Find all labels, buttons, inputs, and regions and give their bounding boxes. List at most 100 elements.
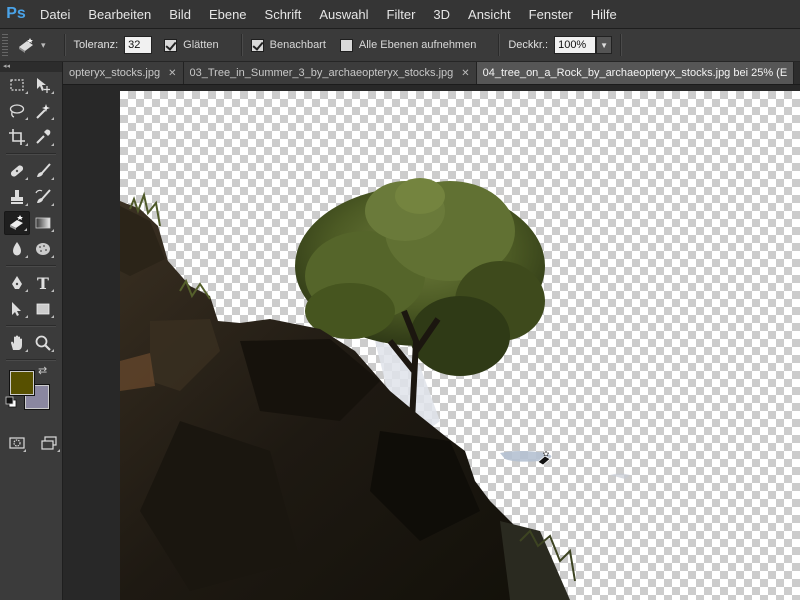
menu-ansicht[interactable]: Ansicht: [468, 7, 511, 22]
document-canvas[interactable]: [120, 91, 800, 600]
sponge-icon: [36, 243, 50, 255]
history-brush-tool[interactable]: [30, 185, 56, 209]
tool-preset-picker[interactable]: ▾: [16, 36, 46, 54]
photoshop-logo[interactable]: Ps: [2, 0, 30, 28]
opacity-dropdown-button[interactable]: ▼: [596, 36, 613, 54]
type-icon: T: [37, 273, 49, 293]
menu-ebene[interactable]: Ebene: [209, 7, 247, 22]
hand-tool[interactable]: [4, 331, 30, 355]
pen-tool[interactable]: [4, 271, 30, 295]
type-tool[interactable]: T: [30, 271, 56, 295]
checkbox-checked-icon: [250, 38, 264, 52]
blur-tool[interactable]: [4, 237, 30, 261]
sample-all-layers-checkbox[interactable]: Alle Ebenen aufnehmen: [339, 38, 477, 52]
menu-schrift[interactable]: Schrift: [265, 7, 302, 22]
magic-wand-tool[interactable]: [30, 99, 56, 123]
magic-eraser-tool[interactable]: [4, 211, 30, 235]
menu-hilfe[interactable]: Hilfe: [591, 7, 617, 22]
swap-colors-icon[interactable]: ⇄: [38, 364, 47, 377]
menu-bar: Ps Datei Bearbeiten Bild Ebene Schrift A…: [0, 0, 800, 29]
checkbox-unchecked-icon: [339, 38, 353, 52]
close-icon[interactable]: ✕: [168, 68, 176, 79]
clone-stamp-tool[interactable]: [4, 185, 30, 209]
tolerance-input[interactable]: 32: [124, 36, 153, 54]
eyedropper-icon: [36, 129, 51, 144]
zoom-tool[interactable]: [30, 331, 56, 355]
document-tab[interactable]: opteryx_stocks.jpg ✕: [63, 62, 184, 84]
antialias-checkbox[interactable]: Glätten: [164, 38, 219, 52]
magic-eraser-icon: [19, 38, 33, 53]
toolbox-separator: [6, 265, 56, 267]
move-icon: [37, 78, 50, 93]
options-separator: [63, 34, 66, 56]
sample-all-layers-label: Alle Ebenen aufnehmen: [358, 39, 477, 51]
options-separator: [498, 34, 501, 56]
checkbox-checked-icon: [164, 38, 178, 52]
toolbox-separator: [6, 359, 56, 361]
sponge-tool[interactable]: [30, 237, 56, 261]
rectangular-marquee-icon: [10, 79, 24, 91]
menu-3d[interactable]: 3D: [433, 7, 450, 22]
options-separator: [620, 34, 623, 56]
healing-brush-tool[interactable]: [4, 159, 30, 183]
canvas-area[interactable]: [63, 85, 800, 600]
rectangular-marquee-tool[interactable]: [4, 73, 30, 97]
tolerance-label: Toleranz:: [73, 39, 119, 51]
close-icon[interactable]: ✕: [461, 68, 469, 79]
options-bar-grip[interactable]: [2, 34, 8, 56]
toolbox-collapse-handle[interactable]: ◂◂: [0, 62, 62, 72]
document-tab-label: 03_Tree_in_Summer_3_by_archaeopteryx_sto…: [189, 67, 454, 79]
color-swatches: ⇄: [0, 364, 62, 430]
rectangle-shape-tool[interactable]: [30, 297, 56, 321]
crop-icon: [9, 129, 25, 145]
magic-eraser-icon: [10, 215, 23, 230]
brush-tool[interactable]: [30, 159, 56, 183]
chevron-down-icon: ▼: [600, 40, 609, 50]
screen-mode-button[interactable]: [36, 431, 62, 455]
move-tool[interactable]: [30, 73, 56, 97]
zoom-icon: [35, 335, 51, 351]
brush-icon: [37, 163, 51, 177]
screen-mode-icon: [41, 436, 57, 450]
eyedropper-tool[interactable]: [30, 125, 56, 149]
gradient-tool[interactable]: [30, 211, 56, 235]
magic-wand-icon: [36, 104, 50, 119]
document-tab-active[interactable]: 04_tree_on_a_Rock_by_archaeopteryx_stock…: [476, 62, 795, 84]
toolbox-panel: ◂◂ T ⇄: [0, 62, 63, 600]
opacity-label: Deckkr.:: [508, 39, 549, 51]
menu-bild[interactable]: Bild: [169, 7, 191, 22]
options-separator: [240, 34, 243, 56]
toolbox-separator: [6, 153, 56, 155]
document-tab-bar: opteryx_stocks.jpg ✕ 03_Tree_in_Summer_3…: [63, 62, 800, 85]
document-tab-label: 04_tree_on_a_Rock_by_archaeopteryx_stock…: [482, 67, 788, 79]
toolbox-separator: [6, 325, 56, 327]
menu-filter[interactable]: Filter: [387, 7, 416, 22]
clone-stamp-icon: [11, 190, 23, 204]
crop-tool[interactable]: [4, 125, 30, 149]
chevron-down-icon: ▾: [41, 39, 46, 50]
lasso-tool[interactable]: [4, 99, 30, 123]
hand-icon: [11, 335, 22, 350]
document-tab-label: opteryx_stocks.jpg: [69, 67, 161, 79]
contiguous-label: Benachbart: [269, 39, 326, 51]
healing-brush-icon: [10, 165, 24, 177]
menu-bearbeiten[interactable]: Bearbeiten: [88, 7, 151, 22]
rectangle-shape-icon: [36, 303, 50, 315]
options-bar: ▾ Toleranz: 32 Glätten Benachbart Alle E…: [0, 29, 800, 62]
menu-auswahl[interactable]: Auswahl: [319, 7, 368, 22]
quick-mask-button[interactable]: [6, 431, 28, 455]
path-selection-tool[interactable]: [4, 297, 30, 321]
menu-fenster[interactable]: Fenster: [529, 7, 573, 22]
contiguous-checkbox[interactable]: Benachbart: [250, 38, 326, 52]
document-image: [120, 178, 630, 600]
menu-datei[interactable]: Datei: [40, 7, 70, 22]
pen-icon: [12, 276, 22, 289]
default-colors-icon[interactable]: [5, 396, 17, 408]
foreground-color-swatch[interactable]: [9, 370, 35, 396]
history-brush-icon: [35, 189, 51, 203]
lasso-icon: [9, 104, 25, 118]
blur-icon: [13, 242, 21, 256]
opacity-input[interactable]: 100%: [554, 36, 597, 54]
gradient-icon: [35, 217, 51, 229]
document-tab[interactable]: 03_Tree_in_Summer_3_by_archaeopteryx_sto…: [183, 62, 477, 84]
